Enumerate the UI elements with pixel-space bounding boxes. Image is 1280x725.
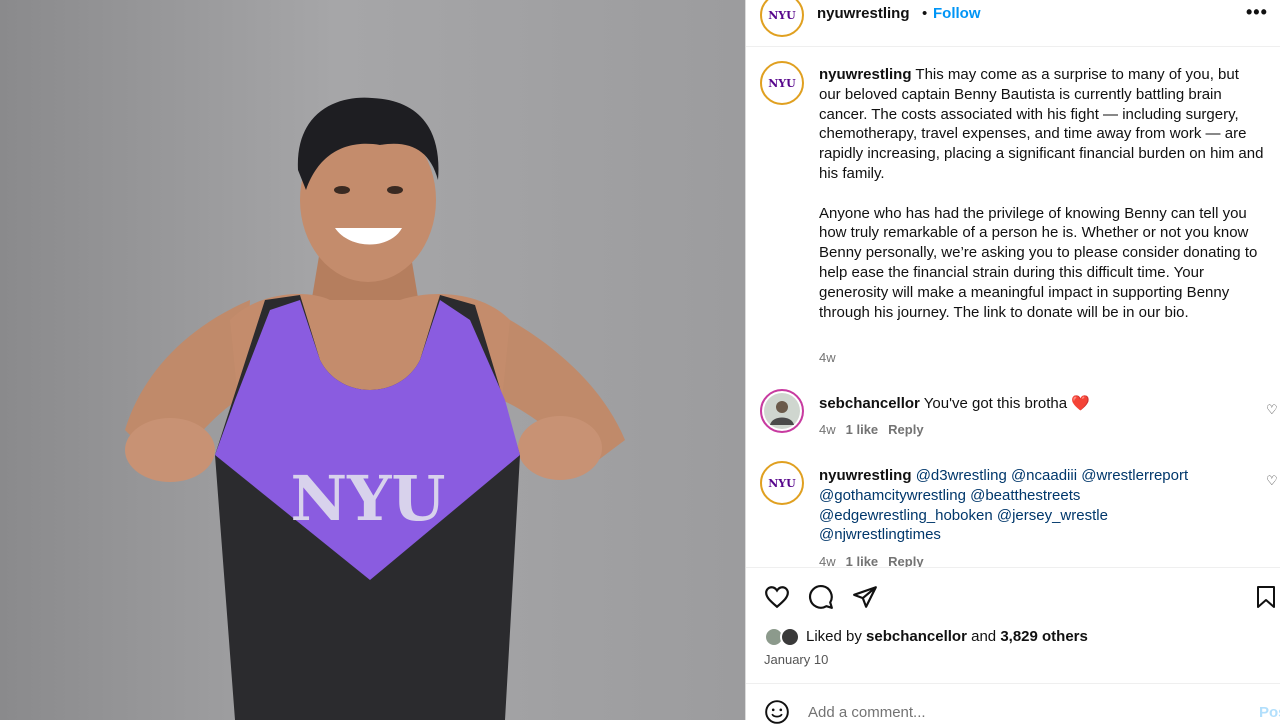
nyu-logo-icon: NYU	[768, 476, 796, 490]
emoji-icon[interactable]	[764, 699, 790, 725]
post-date[interactable]: January 10	[764, 652, 828, 667]
comment-text: You've got this brotha ❤️	[923, 395, 1090, 412]
comment-username[interactable]: sebchancellor	[819, 395, 920, 412]
wrestler-illustration: NYU	[125, 97, 625, 720]
save-bookmark-icon[interactable]	[1254, 584, 1278, 610]
profile-avatar[interactable]: NYU	[760, 0, 804, 37]
comment: sebchancellor You've got this brotha ❤️	[819, 394, 1229, 414]
comment-time[interactable]: 4w	[819, 554, 836, 567]
post-panel: NYU nyuwrestling • Follow ••• NYU nyuwre…	[745, 0, 1280, 724]
like-heart-icon[interactable]	[764, 584, 790, 610]
comment-meta: 4w 1 like Reply	[819, 422, 924, 437]
comment-likes[interactable]: 1 like	[846, 422, 879, 437]
caption: nyuwrestling This may come as a surprise…	[819, 65, 1264, 322]
post-image[interactable]: NYU	[0, 0, 745, 720]
post-header: NYU nyuwrestling • Follow •••	[746, 0, 1280, 47]
comment-time[interactable]: 4w	[819, 422, 836, 437]
comment-meta: 4w 1 like Reply	[819, 554, 924, 567]
post-comment-button[interactable]: Post	[1259, 704, 1280, 721]
share-send-icon[interactable]	[852, 584, 878, 610]
comment-like-heart-icon[interactable]: ♡	[1266, 402, 1278, 418]
comment-avatar[interactable]: NYU	[760, 461, 804, 505]
caption-username[interactable]: nyuwrestling	[819, 66, 912, 83]
nyu-logo-icon: NYU	[768, 76, 796, 90]
comment-avatar[interactable]	[760, 389, 804, 433]
add-comment-bar: Add a comment... Post	[746, 683, 1280, 724]
liked-prefix: Liked by	[806, 628, 862, 645]
caption-paragraph-1: This may come as a surprise to many of y…	[819, 66, 1264, 182]
reply-button[interactable]: Reply	[888, 554, 923, 567]
caption-paragraph-2: Anyone who has had the privilege of know…	[819, 204, 1258, 321]
caption-time[interactable]: 4w	[819, 350, 836, 365]
header-username[interactable]: nyuwrestling	[817, 5, 910, 22]
liked-and: and	[971, 628, 997, 645]
caption-avatar[interactable]: NYU	[760, 61, 804, 105]
user-photo-icon	[770, 401, 794, 425]
likes-summary: Liked by sebchancellor and 3,829 others	[806, 628, 1088, 645]
post-actions: Liked by sebchancellor and 3,829 others …	[746, 567, 1280, 683]
follow-button[interactable]: Follow	[933, 5, 981, 22]
liker-avatar	[780, 627, 800, 647]
liked-others[interactable]: 3,829 others	[1000, 628, 1088, 645]
liked-user[interactable]: sebchancellor	[866, 628, 967, 645]
separator-dot: •	[922, 5, 928, 22]
comment-username[interactable]: nyuwrestling	[819, 467, 912, 484]
jersey-text: NYU	[291, 462, 446, 535]
nyu-logo-icon: NYU	[768, 8, 796, 22]
add-comment-input[interactable]: Add a comment...	[808, 704, 926, 721]
comment: nyuwrestling @d3wrestling @ncaadiii @wre…	[819, 466, 1229, 545]
comment-bubble-icon[interactable]	[808, 584, 834, 610]
comment-like-heart-icon[interactable]: ♡	[1266, 473, 1278, 489]
comment-likes[interactable]: 1 like	[846, 554, 879, 567]
comments-list[interactable]: NYU nyuwrestling This may come as a surp…	[746, 47, 1280, 567]
reply-button[interactable]: Reply	[888, 422, 923, 437]
more-options-icon[interactable]: •••	[1246, 2, 1268, 23]
